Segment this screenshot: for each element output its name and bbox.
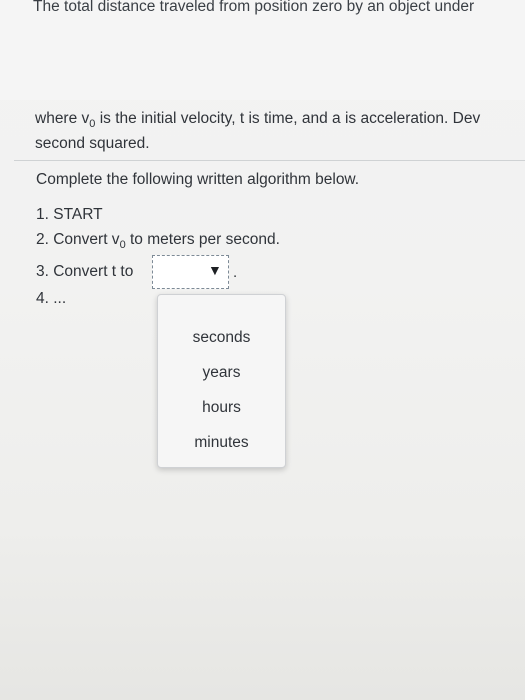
step-4: 4. ...	[36, 290, 67, 307]
option-years[interactable]: years	[158, 364, 285, 382]
section-divider	[14, 160, 525, 161]
instructions-text: Complete the following written algorithm…	[36, 171, 360, 188]
variable-description: where v0 is the initial velocity, t is t…	[35, 107, 525, 155]
option-seconds[interactable]: seconds	[158, 329, 285, 347]
option-minutes[interactable]: minutes	[158, 434, 285, 452]
step-3: 3. Convert t to	[36, 263, 134, 280]
step-1: 1. START	[36, 206, 103, 223]
triangle-down-icon[interactable]: ▼	[208, 262, 224, 278]
description-line-2: second squared.	[35, 135, 150, 152]
screen: The total distance traveled from positio…	[0, 0, 525, 700]
question-intro-text: The total distance traveled from positio…	[33, 0, 475, 15]
step-2: 2. Convert v0 to meters per second.	[36, 231, 280, 251]
description-line-1: where v0 is the initial velocity, t is t…	[35, 110, 481, 130]
step-3-period: .	[233, 264, 238, 281]
question-header-area: The total distance traveled from positio…	[0, 0, 525, 100]
option-hours[interactable]: hours	[158, 399, 285, 417]
dropdown-menu: seconds years hours minutes	[157, 294, 286, 468]
time-unit-select[interactable]: ▼	[152, 255, 229, 289]
